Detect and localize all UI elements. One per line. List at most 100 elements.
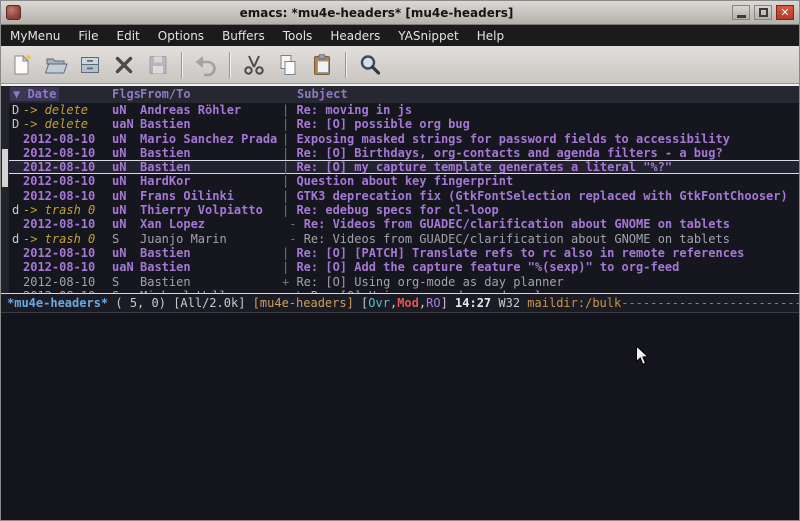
menu-mymenu[interactable]: MyMenu [1,27,69,45]
date-cell: 2012-08-10 [23,132,95,146]
message-list: D-> deleteuNAndreas Röhler| Re: moving i… [9,103,799,293]
message-row[interactable]: D-> deleteuNAndreas Röhler| Re: moving i… [9,103,799,117]
menu-buffers[interactable]: Buffers [213,27,274,45]
date-cell: 2012-08-10 [23,217,95,231]
flags-cell: uN [112,246,126,260]
from-cell: Bastien [140,275,191,289]
cut-icon[interactable] [239,50,269,80]
title-bar[interactable]: emacs: *mu4e-headers* [mu4e-headers] ✕ [1,1,799,25]
modeline-plain: ( 5, 0) [108,296,173,310]
subject-cell: - Re: Videos from GUADEC/clarification a… [282,217,730,231]
window-controls: ✕ [732,5,794,20]
from-cell: Thierry Volpiatto [140,203,263,217]
minimize-button[interactable] [732,5,750,20]
menu-yasnippet[interactable]: YASnippet [389,27,468,45]
mark-target-cell: -> trash 0 [23,232,95,246]
modeline-time: 14:27 [455,296,498,310]
message-row[interactable]: 2012-08-10uaNBastien| Re: [O] Add the ca… [9,260,799,274]
toolbar-separator [345,52,347,78]
window-title: emacs: *mu4e-headers* [mu4e-headers] [21,6,732,20]
thread-indicator: | [282,132,296,146]
message-row[interactable]: d-> trash 0uNThierry Volpiatto| Re: edeb… [9,203,799,217]
mark-prefix: d [12,203,19,217]
menu-tools[interactable]: Tools [274,27,322,45]
headers-column-bar: ▼ Date Flgs From/To Subject [9,86,799,103]
from-cell: Andreas Röhler [140,103,241,117]
menu-edit[interactable]: Edit [108,27,149,45]
message-row[interactable]: 2012-08-10uNBastien| Re: [O] Birthdays, … [9,146,799,160]
mark-target-cell: -> delete [23,103,88,117]
message-row[interactable]: 2012-08-10uNBastien| Re: [O] my capture … [9,160,799,174]
subject-text: Exposing masked strings for password fie… [296,132,729,146]
kill-buffer-icon[interactable] [109,50,139,80]
modeline-plain: [All/2.0k] [173,296,252,310]
from-cell: Bastien [140,117,191,131]
from-cell: HardKor [140,174,191,188]
from-cell: Bastien [140,246,191,260]
message-row[interactable]: 2012-08-10SBastien+ Re: [O] Using org-mo… [9,275,799,289]
thread-indicator: | [282,117,296,131]
message-row[interactable]: 2012-08-10uNMario Sanchez Prada| Exposin… [9,132,799,146]
save-icon[interactable] [143,50,173,80]
from-cell: Xan Lopez [140,217,205,231]
mode-line[interactable]: *mu4e-headers* ( 5, 0) [All/2.0k] [mu4e-… [1,293,799,313]
from-cell: Michael Welle [140,289,234,293]
message-row[interactable]: 2012-08-10SMichael Welle \ Re: [O] Using… [9,289,799,293]
column-header-flags[interactable]: Flgs [112,87,141,101]
flags-cell: uN [112,161,126,173]
message-row[interactable]: 2012-08-10uNHardKor| Question about key … [9,174,799,188]
new-file-icon[interactable] [7,50,37,80]
buffer-content: ▼ Date Flgs From/To Subject D -> delete uN… [9,86,799,293]
open-file-icon[interactable] [41,50,71,80]
thread-indicator: | [282,260,296,274]
paste-icon[interactable] [307,50,337,80]
close-button[interactable]: ✕ [776,5,794,20]
menu-headers[interactable]: Headers [321,27,389,45]
scrollbar-thumb[interactable] [2,149,8,187]
message-row[interactable]: 2012-08-10uNBastien| Re: [O] [PATCH] Tra… [9,246,799,260]
thread-indicator: | [282,160,296,174]
subject-cell: - Re: Videos from GUADEC/clarification a… [282,232,730,246]
thread-indicator: | [282,189,296,203]
modeline-plain: ] [441,296,455,310]
mark-prefix: D [12,103,19,117]
subject-cell: | Exposing masked strings for password f… [282,132,730,146]
subject-text: Re: [O] [PATCH] Translate refs to rc als… [296,246,744,260]
emacs-icon[interactable] [6,5,21,20]
mark-target-cell: -> delete [23,117,88,131]
menu-file[interactable]: File [69,27,107,45]
thread-indicator: \ [282,289,311,293]
column-header-subject[interactable]: Subject [297,87,348,101]
message-row[interactable]: D-> deleteuaNBastien| Re: [O] possible o… [9,117,799,131]
flags-cell: uN [112,132,126,146]
flags-cell: uN [112,217,126,231]
flags-cell: uN [112,203,126,217]
thread-indicator: | [282,203,296,217]
subject-cell: \ Re: [O] Using org-mode as day planner [282,289,578,293]
thread-indicator: | [282,174,296,188]
search-icon[interactable] [355,50,385,80]
menu-options[interactable]: Options [149,27,213,45]
undo-icon[interactable] [191,50,221,80]
message-row[interactable]: 2012-08-10uNFrans Oilinki| GTK3 deprecat… [9,189,799,203]
copy-icon[interactable] [273,50,303,80]
column-header-date[interactable]: ▼ Date [10,87,59,101]
flags-cell: uN [112,174,126,188]
flags-cell: S [112,289,119,293]
menu-help[interactable]: Help [468,27,513,45]
column-header-from[interactable]: From/To [140,87,191,101]
message-row[interactable]: d-> trash 0SJuanjo Marin - Re: Videos fr… [9,232,799,246]
subject-cell: | Re: [O] Birthdays, org-contacts and ag… [282,146,723,160]
echo-area[interactable] [1,313,799,520]
thread-indicator: + [282,275,296,289]
dired-icon[interactable] [75,50,105,80]
modeline-ro: RO [426,296,440,310]
message-row[interactable]: 2012-08-10 uN Xan Lopez - Re: Videos from … [9,217,799,231]
date-cell: 2012-08-10 [23,146,95,160]
subject-text: Re: [O] Using org-mode as day planner [296,275,563,289]
thread-indicator: | [282,146,296,160]
date-cell: 2012-08-10 [23,174,95,188]
maximize-button[interactable] [754,5,772,20]
scrollbar[interactable] [1,86,9,293]
from-cell: Bastien [140,161,191,173]
